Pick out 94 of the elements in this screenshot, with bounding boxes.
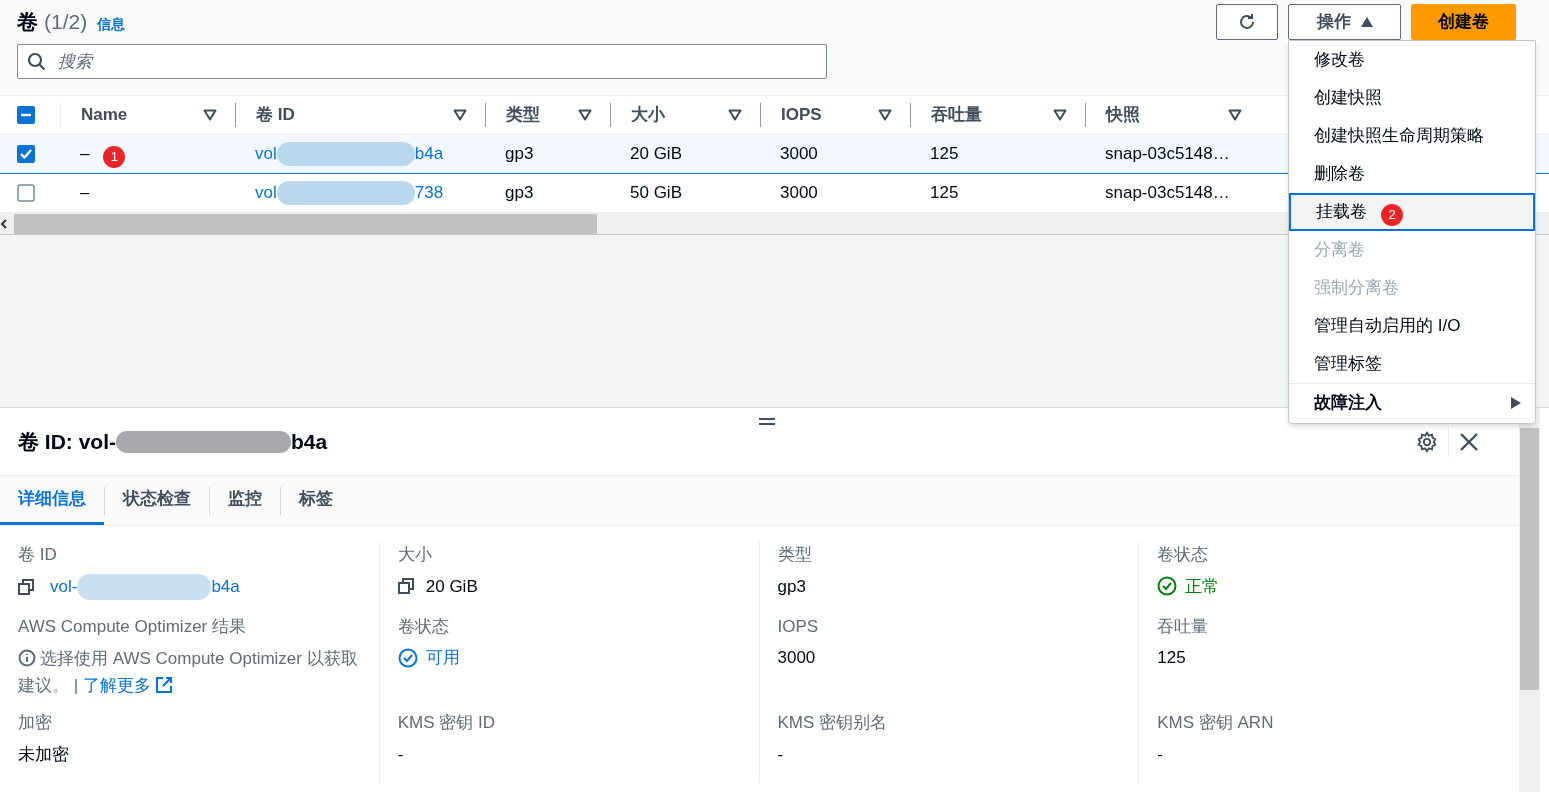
- detail-tab[interactable]: 标签: [281, 476, 351, 525]
- status-text: 可用: [425, 647, 460, 670]
- table-cell: snap-03c5148…: [1105, 183, 1230, 203]
- info-note: 选择使用 AWS Compute Optimizer 以获取建议。 | 了解更多: [18, 648, 358, 698]
- field-label: KMS 密钥别名: [777, 712, 889, 735]
- detail-tab[interactable]: 状态检查: [105, 476, 209, 525]
- field-value: 3000: [777, 647, 816, 670]
- field-value: 未加密: [18, 743, 69, 766]
- info-link[interactable]: 信息: [97, 14, 126, 36]
- table-cell: gp3: [505, 144, 534, 164]
- column-header[interactable]: 类型: [506, 103, 540, 127]
- volume-id-link[interactable]: 738: [414, 180, 444, 206]
- settings-icon[interactable]: [1416, 430, 1438, 453]
- learn-more-link[interactable]: 了解更多: [82, 676, 173, 696]
- status-text: 正常: [1185, 575, 1220, 598]
- search-field[interactable]: 搜索: [17, 44, 827, 79]
- field-value: 20 GiB: [425, 575, 478, 598]
- table-cell: 20 GiB: [630, 144, 682, 164]
- select-all-checkbox[interactable]: [17, 106, 35, 124]
- sort-icon[interactable]: [1053, 109, 1067, 121]
- field-label: 卷状态: [397, 615, 450, 638]
- copy-icon[interactable]: [18, 578, 34, 595]
- field-label: 卷 ID: [18, 544, 58, 566]
- column-header[interactable]: 卷 ID: [256, 103, 295, 127]
- field-label: AWS Compute Optimizer 结果: [18, 615, 247, 638]
- field-label: 类型: [777, 544, 813, 566]
- create-volume-button[interactable]: 创建卷: [1411, 4, 1516, 40]
- search-icon: [27, 52, 47, 72]
- volume-id-link[interactable]: vol: [255, 141, 277, 167]
- column-header[interactable]: 吞吐量: [931, 103, 982, 127]
- volume-id-link[interactable]: b4a: [211, 573, 240, 600]
- table-cell: gp3: [505, 183, 534, 203]
- field-label: IOPS: [777, 615, 820, 638]
- table-cell: 3000: [780, 183, 818, 203]
- volume-id-link[interactable]: vol: [255, 180, 277, 206]
- field-label: KMS 密钥 ARN: [1157, 712, 1275, 735]
- external-link-icon: [154, 676, 173, 695]
- volume-id-link[interactable]: vol-: [50, 573, 78, 600]
- submenu-arrow-icon: [1511, 396, 1521, 409]
- horizontal-scrollbar[interactable]: [14, 213, 597, 234]
- scroll-left-icon[interactable]: [0, 217, 8, 230]
- menu-item[interactable]: 挂载卷 2: [1289, 193, 1535, 231]
- table-cell: 50 GiB: [630, 183, 682, 203]
- table-cell: 125: [930, 183, 959, 203]
- table-cell-text: –: [80, 143, 90, 166]
- refresh-button[interactable]: [1216, 4, 1278, 40]
- caret-up-icon: [1360, 17, 1373, 27]
- column-header[interactable]: 快照: [1106, 103, 1140, 127]
- menu-item[interactable]: 管理标签: [1289, 345, 1535, 383]
- vertical-scrollbar[interactable]: [1520, 428, 1539, 690]
- info-icon: [18, 649, 36, 668]
- menu-item[interactable]: 创建快照: [1289, 79, 1535, 117]
- refresh-icon: [1237, 12, 1257, 32]
- resize-handle-icon[interactable]: [759, 417, 775, 426]
- menu-item[interactable]: 管理自动启用的 I/O: [1289, 307, 1535, 345]
- field-value: -: [1157, 743, 1163, 766]
- field-label: 加密: [18, 712, 53, 735]
- detail-title: b4a: [291, 428, 328, 455]
- field-value: -: [397, 743, 404, 766]
- copy-icon[interactable]: [397, 578, 414, 595]
- field-value: -: [777, 743, 784, 766]
- row-checkbox[interactable]: [17, 145, 35, 163]
- table-cell: 125: [930, 144, 959, 164]
- page-title: 卷: [17, 9, 38, 36]
- field-label: 吞吐量: [1157, 615, 1210, 638]
- table-cell-text: –: [80, 182, 90, 205]
- volume-id-link[interactable]: b4a: [414, 141, 444, 167]
- column-header[interactable]: Name: [81, 103, 128, 127]
- annotation-badge: 2: [1381, 204, 1403, 226]
- column-header[interactable]: 大小: [631, 103, 665, 127]
- field-label: 卷状态: [1157, 544, 1210, 566]
- sort-icon[interactable]: [203, 109, 217, 121]
- close-icon[interactable]: [1459, 431, 1479, 452]
- column-header[interactable]: IOPS: [781, 103, 822, 127]
- field-label: 大小: [397, 544, 433, 566]
- actions-button[interactable]: 操作: [1288, 4, 1401, 40]
- sort-icon[interactable]: [728, 109, 742, 121]
- item-count: (1/2): [44, 9, 88, 36]
- table-cell: 3000: [780, 144, 818, 164]
- sort-icon[interactable]: [1228, 109, 1242, 121]
- field-label: KMS 密钥 ID: [397, 712, 497, 735]
- menu-item[interactable]: 故障注入: [1289, 383, 1535, 421]
- sort-icon[interactable]: [878, 109, 892, 121]
- detail-tab[interactable]: 监控: [210, 476, 280, 525]
- sort-icon[interactable]: [578, 109, 592, 121]
- row-checkbox[interactable]: [17, 184, 35, 202]
- sort-icon[interactable]: [453, 109, 467, 121]
- table-cell: snap-03c5148…: [1105, 144, 1230, 164]
- menu-item[interactable]: 修改卷: [1289, 41, 1535, 79]
- annotation-badge: 1: [103, 146, 126, 168]
- detail-tab[interactable]: 详细信息: [0, 476, 104, 525]
- field-value: 125: [1157, 647, 1186, 670]
- field-value: gp3: [777, 575, 806, 598]
- detail-title: 卷 ID: vol-: [18, 428, 116, 455]
